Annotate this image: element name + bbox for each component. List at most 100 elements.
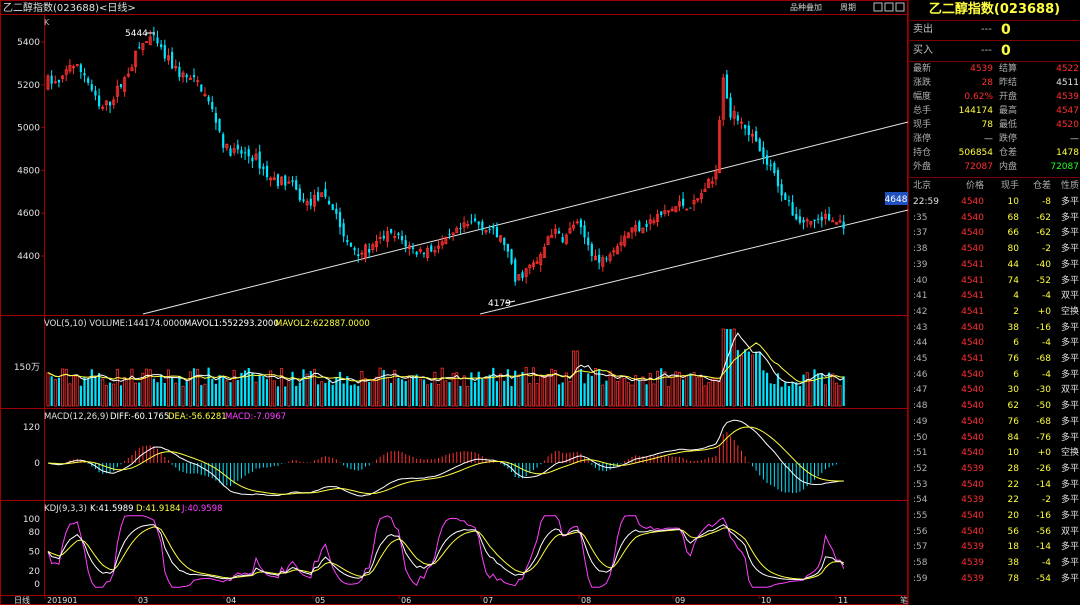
tick-row: :54 4539 22 -2 多平 bbox=[909, 493, 1080, 509]
candle-body bbox=[605, 258, 608, 260]
volume-bar bbox=[798, 385, 801, 406]
candle-body bbox=[152, 33, 155, 36]
candle-body bbox=[291, 180, 294, 183]
volume-bar bbox=[740, 354, 744, 407]
volume-bar bbox=[579, 368, 582, 406]
candle-body bbox=[828, 213, 831, 221]
tick-cell: 多平 bbox=[1060, 558, 1079, 569]
candle-body bbox=[521, 272, 524, 279]
candle-body bbox=[477, 221, 480, 225]
unit-label: K bbox=[44, 18, 50, 27]
tick-cell: :44 bbox=[913, 338, 928, 349]
x-axis-label: 04 bbox=[226, 596, 236, 605]
price-tick-label: 4800 bbox=[17, 166, 40, 176]
volume-bar bbox=[254, 381, 258, 407]
quote-panel: 乙二醇指数(023688) 卖出 --- 0 买入 --- 0 最新 4539 结算… bbox=[908, 0, 1080, 605]
candle-body bbox=[765, 155, 769, 165]
volume-bar bbox=[418, 378, 422, 407]
tick-cell: -62 bbox=[1036, 212, 1051, 223]
volume-bar bbox=[750, 354, 754, 407]
tick-row: :35 4540 68 -62 多平 bbox=[909, 211, 1080, 227]
volume-bar bbox=[744, 349, 747, 406]
volume-bar bbox=[178, 375, 181, 406]
tick-cell: :52 bbox=[913, 463, 928, 474]
volume-bar bbox=[699, 376, 703, 407]
volume-bar bbox=[729, 329, 732, 406]
candle-body bbox=[762, 147, 765, 158]
volume-bar bbox=[787, 386, 791, 406]
candle-body bbox=[119, 84, 123, 88]
volume-bar bbox=[378, 367, 382, 407]
candle-body bbox=[488, 229, 491, 231]
volume-bar bbox=[462, 375, 466, 407]
tick-cell: 多平 bbox=[1060, 573, 1079, 584]
buy-label: 买入 bbox=[913, 45, 933, 56]
tick-cell: 多平 bbox=[1060, 275, 1079, 286]
sell-row: 卖出 --- 0 bbox=[909, 20, 1080, 40]
candle-body bbox=[682, 198, 685, 206]
tick-cell: :50 bbox=[913, 432, 928, 443]
tick-row: :59 4539 78 -54 多平 bbox=[909, 572, 1080, 588]
candle-body bbox=[813, 219, 816, 222]
volume-bar bbox=[68, 383, 72, 407]
volume-bar bbox=[714, 377, 718, 407]
candle-body bbox=[357, 254, 360, 257]
volume-bar bbox=[652, 383, 656, 407]
volume-bar bbox=[718, 380, 722, 407]
tick-cell: 4540 bbox=[961, 212, 984, 223]
tick-cell: :49 bbox=[913, 416, 928, 427]
period-button: 周期 bbox=[840, 3, 856, 12]
candle-body bbox=[415, 251, 418, 255]
volume-bar bbox=[371, 380, 375, 407]
stat-label: 结算 bbox=[999, 64, 1018, 74]
tick-row: :50 4540 84 -76 多平 bbox=[909, 431, 1080, 447]
candle-body bbox=[50, 75, 53, 84]
volume-bar bbox=[842, 376, 845, 406]
candle-body bbox=[342, 223, 345, 237]
volume-bar bbox=[791, 382, 794, 406]
volume-bar bbox=[707, 382, 711, 407]
tick-cell: 4540 bbox=[961, 526, 984, 537]
candle-body bbox=[83, 73, 86, 76]
current-price-marker: 4648 bbox=[885, 195, 908, 205]
volume-bar bbox=[692, 372, 696, 407]
volume-bar bbox=[612, 374, 616, 407]
tick-cell: -4 bbox=[1042, 338, 1051, 349]
tick-row: :46 4540 6 -4 多平 bbox=[909, 368, 1080, 384]
volume-bar bbox=[346, 376, 349, 406]
tick-cell: 多平 bbox=[1060, 511, 1079, 521]
volume-bar bbox=[677, 372, 681, 407]
candle-body bbox=[729, 97, 732, 118]
volume-bar bbox=[762, 370, 765, 406]
quote-title: 乙二醇指数(023688) bbox=[928, 2, 1061, 17]
stat-row: 总手 144174 最高 4547 bbox=[909, 105, 1080, 118]
tick-cell: -68 bbox=[1036, 354, 1051, 364]
volume-bar bbox=[200, 385, 203, 406]
volume-bar bbox=[298, 382, 301, 406]
volume-bar bbox=[682, 379, 685, 406]
tick-cell: 多平 bbox=[1060, 495, 1079, 506]
stat-value: — bbox=[984, 134, 993, 144]
kline-chart-area[interactable]: 乙二醇指数(023688)<日线> 品种叠加 周期54005200500048004… bbox=[0, 0, 908, 605]
tick-cell: 22:59 bbox=[913, 197, 939, 207]
candle-body bbox=[411, 247, 415, 249]
stat-row: 最新 4539 结算 4522 bbox=[909, 63, 1080, 76]
tick-cell: -4 bbox=[1042, 291, 1051, 302]
volume-bar bbox=[331, 384, 334, 406]
trend-lines bbox=[142, 121, 908, 315]
volume-bar bbox=[473, 382, 477, 406]
volume-bar bbox=[499, 373, 503, 407]
candle-body bbox=[207, 96, 210, 102]
tick-header-cell: 北京 bbox=[913, 181, 932, 191]
volume-bar bbox=[831, 373, 835, 407]
candle-body bbox=[317, 192, 320, 201]
candle-body bbox=[744, 124, 747, 129]
kdj-j: J:40.9598 bbox=[181, 504, 223, 514]
volume-bar bbox=[156, 382, 159, 406]
volume-bar bbox=[601, 384, 605, 407]
candle-body bbox=[510, 249, 513, 264]
volume-bar bbox=[357, 385, 360, 406]
kdj-tick: 80 bbox=[29, 528, 41, 538]
candle-body bbox=[218, 119, 221, 132]
x-axis-label: 201901 bbox=[47, 596, 78, 605]
